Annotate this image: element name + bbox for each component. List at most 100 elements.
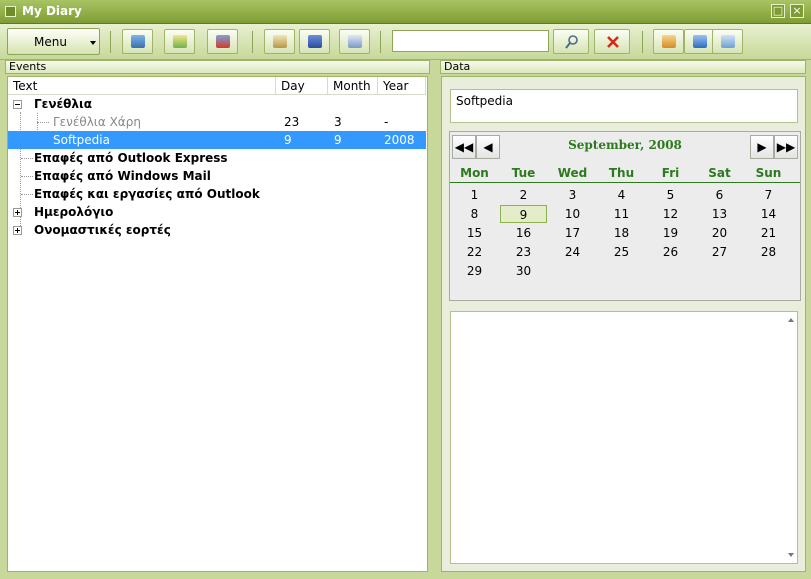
calendar-month-title: September, 2008: [568, 138, 682, 152]
calendar-day[interactable]: 23: [499, 243, 548, 261]
add-note-icon: [173, 35, 187, 48]
weekday-label: Tue: [511, 166, 536, 180]
calendar-day[interactable]: 8: [450, 205, 499, 223]
event-month: 3: [334, 115, 342, 129]
calendar-day[interactable]: 17: [548, 224, 597, 242]
event-year: -: [384, 115, 389, 129]
calendar-day-selected[interactable]: 9: [500, 205, 547, 223]
event-year: 2008: [384, 133, 415, 147]
calendar-day[interactable]: 12: [646, 205, 695, 223]
calendar-day[interactable]: 19: [646, 224, 695, 242]
toolbar: Menu: [0, 24, 811, 60]
calendar-day[interactable]: 11: [597, 205, 646, 223]
tree-item-label: Επαφές από Windows Mail: [34, 169, 211, 183]
data-panel-header: Data: [440, 60, 806, 74]
column-header-text[interactable]: Text: [8, 77, 276, 95]
calendar-day[interactable]: 28: [744, 243, 793, 261]
calendar-day[interactable]: 3: [548, 186, 597, 204]
events-panel-header: Events: [5, 60, 430, 74]
weekday-label: Sat: [708, 166, 731, 180]
add-event-button[interactable]: [122, 29, 153, 54]
title-bar: My Diary □ ×: [0, 0, 811, 24]
tree-item-label: Γενέθλια: [34, 97, 92, 111]
delete-event-button[interactable]: [207, 29, 238, 54]
table-row-selected[interactable]: Softpedia 9 9 2008: [8, 131, 426, 149]
add-event-icon: [131, 35, 145, 48]
toolbar-separator: [380, 31, 381, 53]
tree-item-calendar[interactable]: Ημερολόγιο: [8, 203, 426, 221]
event-text: Γενέθλια Χάρη: [53, 115, 141, 129]
export-icon: [348, 35, 362, 48]
sync-button[interactable]: [684, 29, 715, 54]
search-input[interactable]: [392, 30, 549, 52]
calendar-day[interactable]: 21: [744, 224, 793, 242]
event-title-field[interactable]: Softpedia: [450, 89, 798, 123]
calendar-day[interactable]: 10: [548, 205, 597, 223]
event-text: Softpedia: [53, 133, 110, 147]
settings-button[interactable]: [653, 29, 684, 54]
calendar-day[interactable]: 7: [744, 186, 793, 204]
calendar-day[interactable]: 26: [646, 243, 695, 261]
calendar-day[interactable]: 24: [548, 243, 597, 261]
search-button[interactable]: [553, 29, 589, 54]
picture-button[interactable]: [712, 29, 743, 54]
column-header-day[interactable]: Day: [276, 77, 328, 95]
tree-item-outlook[interactable]: Επαφές και εργασίες από Outlook: [8, 185, 426, 203]
next-month-button[interactable]: ▶: [750, 135, 774, 159]
calendar-day[interactable]: 14: [744, 205, 793, 223]
calendar-day[interactable]: 16: [499, 224, 548, 242]
tree-item-outlook-express[interactable]: Επαφές από Outlook Express: [8, 149, 426, 167]
calendar-day[interactable]: 29: [450, 262, 499, 280]
collapse-icon[interactable]: [13, 100, 22, 109]
event-day: 23: [284, 115, 300, 129]
calendar-day[interactable]: 2: [499, 186, 548, 204]
menu-button[interactable]: Menu: [7, 28, 100, 55]
clear-search-icon: [607, 36, 619, 48]
maximize-button[interactable]: □: [771, 4, 785, 18]
calendar-day[interactable]: 6: [695, 186, 744, 204]
book-icon: [273, 35, 287, 48]
column-header-year[interactable]: Year: [378, 77, 426, 95]
column-header-month[interactable]: Month: [328, 77, 378, 95]
calendar-day[interactable]: 20: [695, 224, 744, 242]
clear-search-button[interactable]: [594, 29, 630, 54]
calendar-day[interactable]: 27: [695, 243, 744, 261]
weekday-label: Wed: [557, 166, 588, 180]
next-year-button[interactable]: ▶▶: [774, 135, 798, 159]
close-window-button[interactable]: ×: [790, 4, 804, 18]
toolbar-separator: [642, 31, 643, 53]
calendar-day[interactable]: 22: [450, 243, 499, 261]
weekday-label: Thu: [608, 166, 635, 180]
export-button[interactable]: [339, 29, 370, 54]
tree-item-windows-mail[interactable]: Επαφές από Windows Mail: [8, 167, 426, 185]
window-title: My Diary: [22, 4, 82, 18]
tree-item-label: Ονομαστικές εορτές: [34, 223, 171, 237]
expand-icon[interactable]: [13, 226, 22, 235]
calendar-day[interactable]: 1: [450, 186, 499, 204]
toolbar-separator: [110, 31, 111, 53]
add-note-button[interactable]: [164, 29, 195, 54]
table-row[interactable]: Γενέθλια Χάρη 23 3 -: [8, 113, 426, 131]
calendar-day[interactable]: 30: [499, 262, 548, 280]
event-details-textarea[interactable]: [450, 311, 798, 564]
calendar-day[interactable]: 25: [597, 243, 646, 261]
tree-item-name-days[interactable]: Ονομαστικές εορτές: [8, 221, 426, 239]
scroll-down-icon[interactable]: [788, 553, 794, 557]
calendar-day[interactable]: 5: [646, 186, 695, 204]
expand-icon[interactable]: [13, 208, 22, 217]
open-book-button[interactable]: [264, 29, 295, 54]
calendar-day[interactable]: 15: [450, 224, 499, 242]
event-month: 9: [334, 133, 342, 147]
tree-item-label: Επαφές και εργασίες από Outlook: [34, 187, 260, 201]
tree-item-birthdays[interactable]: Γενέθλια: [8, 95, 426, 113]
calendar-day[interactable]: 18: [597, 224, 646, 242]
events-tree: Text Day Month Year Γενέθλια Γενέθλια Χά…: [7, 76, 428, 572]
weekday-label: Sun: [755, 166, 782, 180]
flag-button[interactable]: [299, 29, 330, 54]
sync-icon: [693, 35, 707, 48]
calendar-day[interactable]: 13: [695, 205, 744, 223]
calendar-day[interactable]: 4: [597, 186, 646, 204]
scroll-up-icon[interactable]: [788, 318, 794, 322]
tree-item-label: Ημερολόγιο: [34, 205, 114, 219]
event-day: 9: [284, 133, 292, 147]
